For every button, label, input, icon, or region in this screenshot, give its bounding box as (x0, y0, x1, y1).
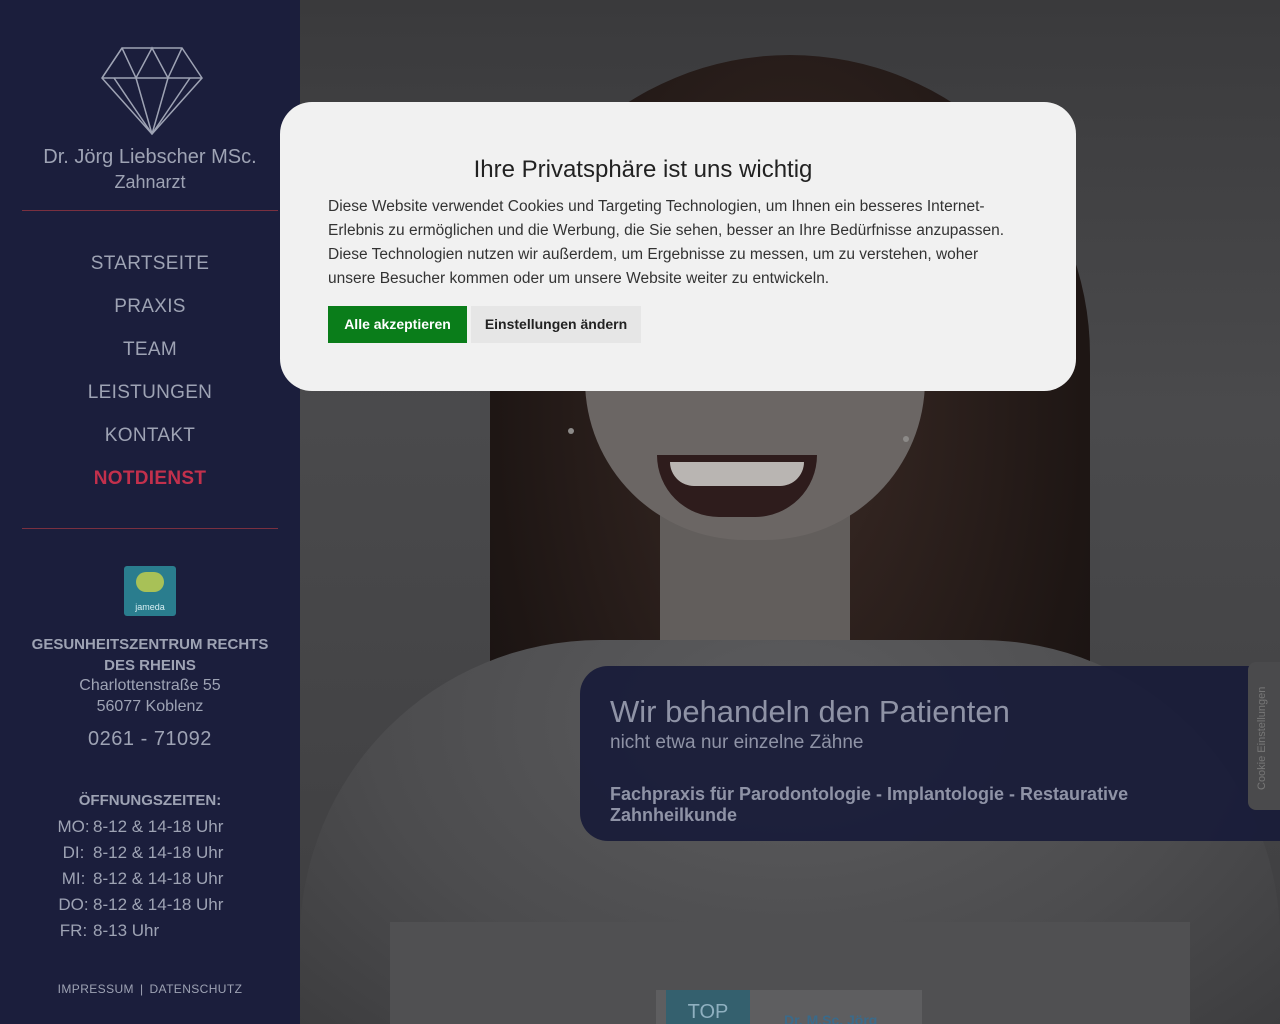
opening-hours: MO: 8-12 & 14-18 Uhr DI: 8-12 & 14-18 Uhr … (54, 814, 274, 944)
slogan-tagline: Fachpraxis für Parodontologie - Implanto… (610, 784, 1129, 825)
address-street: Charlottenstraße 55 (79, 677, 221, 694)
cookie-consent-dialog: Ihre Privatsphäre ist uns wichtig Diese … (280, 102, 1076, 391)
nav-item-praxis[interactable]: PRAXIS (0, 293, 300, 336)
hours-day: MI: (61, 869, 86, 888)
hours-day: FR: (59, 921, 88, 940)
jameda-icon (136, 572, 164, 592)
cookie-settings-label: Cookie Einstellungen (1256, 686, 1268, 790)
hours-day: DO: (58, 895, 89, 914)
slogan-box: Wir behandeln den Patienten nicht etwa n… (580, 666, 1280, 841)
hours-title: ÖFFNUNGSZEITEN: (78, 792, 222, 809)
hours-time: 8-12 & 14-18 Uhr (93, 843, 224, 862)
hours-row: DO: 8-12 & 14-18 Uhr (54, 892, 274, 918)
address-city: 56077 Koblenz (96, 698, 204, 715)
hours-time: 8-12 & 14-18 Uhr (93, 895, 224, 914)
hours-time: 8-12 & 14-18 Uhr (93, 817, 224, 836)
dialog-text: Diese Website verwendet Cookies und Targ… (328, 198, 1005, 287)
phone-number[interactable]: 0261 - 71092 (0, 728, 300, 751)
nav-item-team[interactable]: TEAM (0, 336, 300, 379)
top-doctor-badge[interactable]: TOP Dr. M.Sc. Jörg (656, 990, 922, 1024)
datenschutz-link[interactable]: DATENSCHUTZ (149, 982, 242, 996)
hours-day: DI: (62, 843, 85, 862)
hero-image-part (670, 462, 804, 486)
hours-row: MI: 8-12 & 14-18 Uhr (54, 866, 274, 892)
brand-subtitle: Zahnarzt (114, 172, 186, 192)
accept-all-button[interactable]: Alle akzeptieren (328, 306, 467, 343)
hours-time: 8-13 Uhr (93, 921, 160, 940)
footer-links: IMPRESSUM | DATENSCHUTZ (0, 982, 300, 996)
jameda-badge[interactable]: jameda (124, 566, 176, 616)
footer-separator: | (139, 982, 144, 996)
hero-image-part (568, 428, 574, 434)
brand-name: Dr. Jörg Liebscher MSc. (43, 146, 257, 168)
hours-day: MO: (57, 817, 90, 836)
cookie-settings-tab[interactable]: Cookie Einstellungen (1248, 662, 1280, 810)
nav-item-kontakt[interactable]: KONTAKT (0, 422, 300, 465)
center-title: GESUNHEITSZENTRUM RECHTS DES RHEINS (31, 636, 269, 674)
divider (22, 210, 278, 211)
hours-row: MO: 8-12 & 14-18 Uhr (54, 814, 274, 840)
hours-row: DI: 8-12 & 14-18 Uhr (54, 840, 274, 866)
change-settings-button[interactable]: Einstellungen ändern (471, 306, 641, 343)
jameda-label: jameda (135, 602, 165, 612)
sidebar: Dr. Jörg Liebscher MSc. Zahnarzt STARTSE… (0, 0, 300, 1024)
slogan-title: Wir behandeln den Patienten (610, 694, 1010, 729)
hours-row: FR: 8-13 Uhr (54, 918, 274, 944)
nav-item-startseite[interactable]: STARTSEITE (0, 250, 300, 293)
nav-item-leistungen[interactable]: LEISTUNGEN (0, 379, 300, 422)
hours-time: 8-12 & 14-18 Uhr (93, 869, 224, 888)
slogan-subtitle: nicht etwa nur einzelne Zähne (610, 732, 864, 753)
hero-image-part (903, 436, 909, 442)
main-nav: STARTSEITE PRAXIS TEAM LEISTUNGEN KONTAK… (0, 250, 300, 508)
diamond-logo-icon[interactable] (100, 44, 204, 136)
divider (22, 528, 278, 529)
top-doctor-name: Dr. M.Sc. Jörg (784, 1012, 878, 1024)
top-label: TOP (666, 990, 750, 1024)
nav-item-notdienst[interactable]: NOTDIENST (0, 465, 300, 508)
impressum-link[interactable]: IMPRESSUM (58, 982, 134, 996)
dialog-title: Ihre Privatsphäre ist uns wichtig (473, 156, 813, 183)
